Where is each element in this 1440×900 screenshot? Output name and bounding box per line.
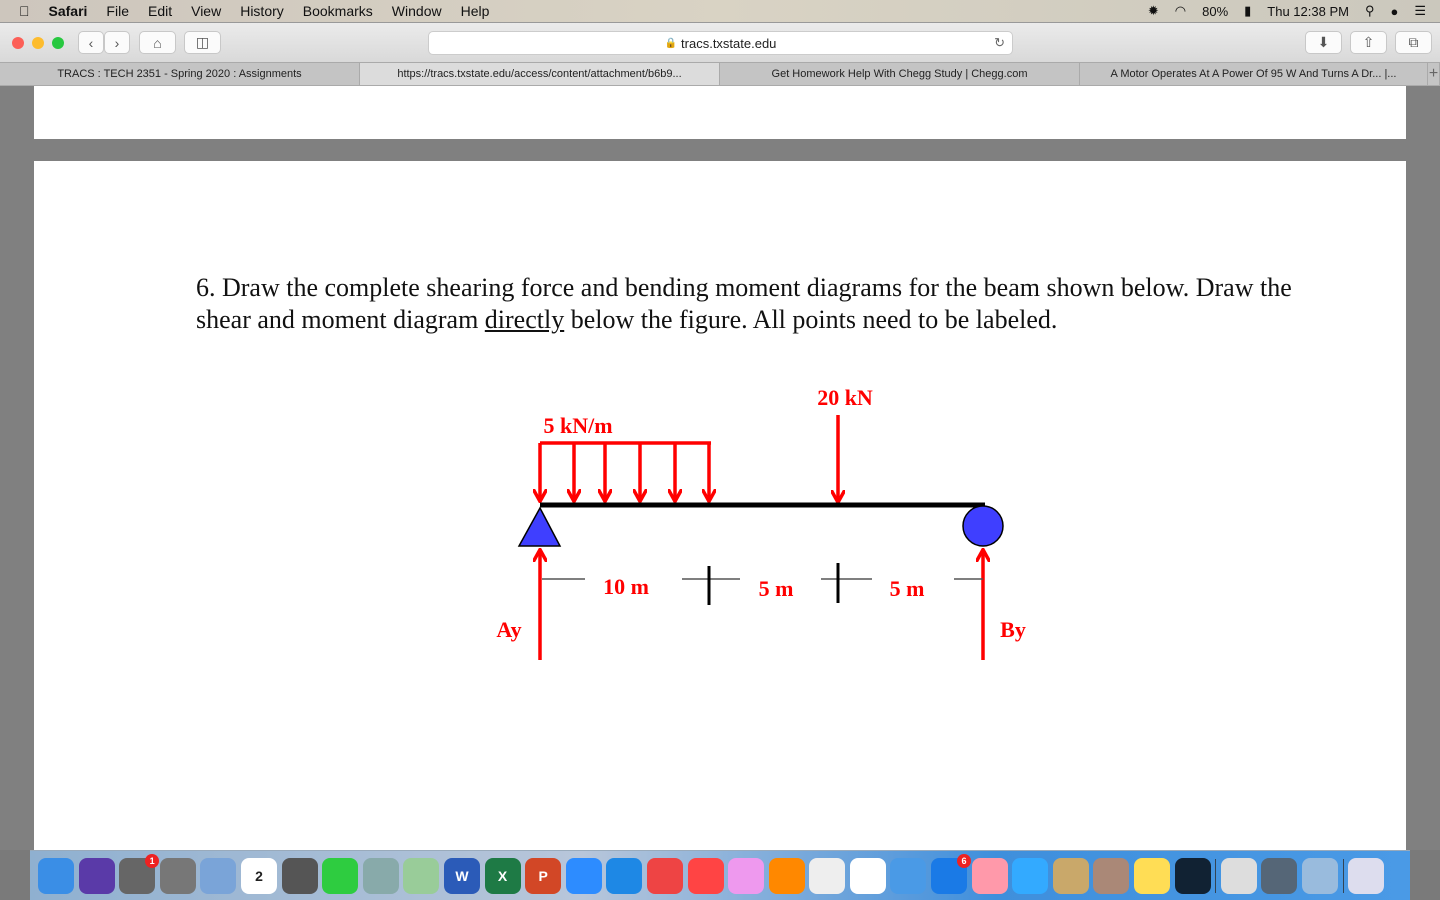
dock-books-icon[interactable] [768,857,805,894]
distributed-load [540,441,711,500]
dock-notes-icon[interactable] [1134,857,1171,894]
dock-badge: 6 [957,853,972,868]
distributed-load-label: 5 kN/m [543,413,612,438]
dock-powerpoint-icon[interactable]: P [525,857,562,894]
pin-support [517,506,562,547]
dock-excel-icon[interactable]: X [484,857,521,894]
dock-migration-icon[interactable] [1302,857,1338,894]
dock-finder-icon[interactable] [38,857,74,894]
dock-trash-icon[interactable] [1348,857,1385,894]
dock-chess-icon[interactable] [1093,857,1130,894]
dock-itunes-icon[interactable] [728,857,765,894]
dimension-3-label: 5 m [890,576,925,601]
dock-separator [1342,858,1344,893]
dock-news-icon[interactable] [687,857,724,894]
dock-zoom-icon[interactable] [565,857,602,894]
reaction-b-label: By [1000,617,1026,642]
dock: 1 2 WXP 6 [30,850,1410,900]
dock-maps-icon[interactable] [403,857,440,894]
dock-downloads-icon[interactable] [1220,857,1257,894]
dock-word-icon[interactable]: W [443,857,480,894]
dimension-2-label: 5 m [759,576,794,601]
dock-calculator-icon[interactable] [281,857,318,894]
dock-chrome-icon[interactable] [646,857,683,894]
dock-siri-icon[interactable] [78,857,115,894]
roller-support [962,505,1004,547]
dock-mail-icon[interactable] [200,857,237,894]
dock-keynote-icon[interactable] [890,857,927,894]
dimension-1-label: 10 m [603,574,649,599]
dock-messages-icon[interactable] [1012,857,1049,894]
beam-diagram: 5 kN/m 20 kN 10 m 5 m 5 m Ay By [496,385,1026,660]
dock-system-preferences-icon[interactable]: 1 [119,853,160,894]
dock-kindle-icon[interactable] [1174,857,1211,894]
reaction-a-label: Ay [496,617,521,642]
dock-app-store-icon[interactable]: 6 [931,853,972,894]
dock-documents-icon[interactable] [1261,857,1298,894]
dock-preview-icon[interactable] [362,857,399,894]
dock-safari-icon[interactable] [606,857,643,894]
dock-calendar-icon[interactable]: 2 [240,857,277,894]
dock-pages-icon[interactable] [971,857,1008,894]
dock-badge: 1 [145,853,160,868]
dock-launchpad-icon[interactable] [159,857,196,894]
point-load-label: 20 kN [817,385,873,410]
dock-facetime-icon[interactable] [322,857,359,894]
dock-separator [1215,858,1217,893]
dock-numbers-icon[interactable] [849,857,886,894]
dock-photos-icon[interactable] [809,857,846,894]
dock-solitaire-icon[interactable] [1052,857,1089,894]
